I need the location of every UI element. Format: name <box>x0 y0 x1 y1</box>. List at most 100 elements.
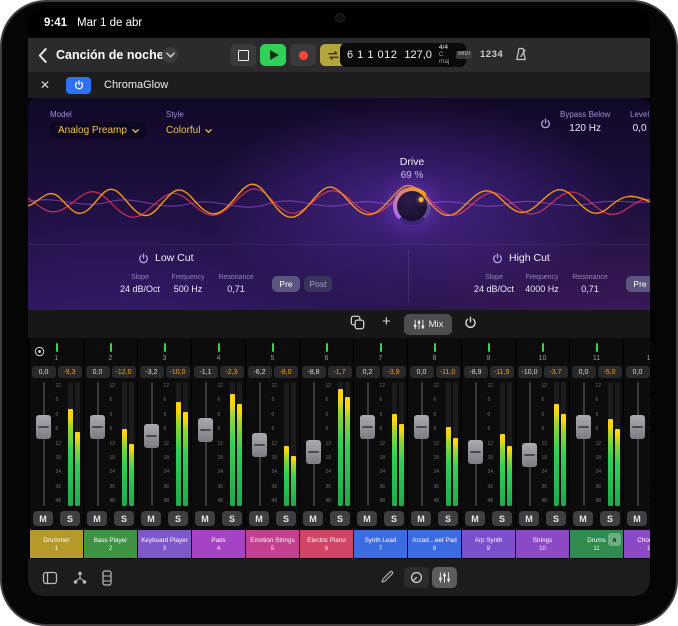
pan-knob[interactable] <box>192 341 245 354</box>
mix-button[interactable]: Mix <box>404 314 452 335</box>
mute-button[interactable]: M <box>519 511 539 526</box>
track-label[interactable]: Pads4 <box>192 530 245 558</box>
pan-knob[interactable] <box>516 341 569 354</box>
mute-button[interactable]: M <box>303 511 323 526</box>
track-label[interactable]: Emotion Strings5 <box>246 530 299 558</box>
fader-cap[interactable] <box>468 440 483 464</box>
fader[interactable] <box>88 382 108 506</box>
low-cut-power-button[interactable] <box>138 253 149 264</box>
low-cut-frequency[interactable]: Frequency 500 Hz <box>168 274 208 294</box>
add-track-button[interactable]: + <box>382 313 391 330</box>
song-title[interactable]: Canción de noche <box>56 48 164 62</box>
bypass-power-button[interactable] <box>540 118 551 129</box>
track-label[interactable]: Arp Synth9 <box>462 530 515 558</box>
keyboard-button[interactable] <box>102 570 112 586</box>
track-label[interactable]: Drummer1 <box>30 530 83 558</box>
mixer-power-button[interactable] <box>464 316 477 334</box>
play-button[interactable] <box>260 44 286 66</box>
pan-knob[interactable] <box>408 341 461 354</box>
fader-cap[interactable] <box>360 415 375 439</box>
pan-knob[interactable] <box>354 341 407 354</box>
mute-button[interactable]: M <box>33 511 53 526</box>
back-button[interactable] <box>38 47 52 63</box>
routing-button[interactable] <box>72 570 88 586</box>
model-selector[interactable]: Analog Preamp <box>50 122 147 139</box>
fader-cap[interactable] <box>630 415 645 439</box>
fader[interactable] <box>412 382 432 506</box>
low-cut-slope[interactable]: Slope 24 dB/Oct <box>120 274 160 294</box>
solo-button[interactable]: S <box>222 511 242 526</box>
low-cut-pre-button[interactable]: Pre <box>272 276 300 292</box>
fader[interactable] <box>520 382 540 506</box>
mute-button[interactable]: M <box>87 511 107 526</box>
fader-cap[interactable] <box>522 443 537 467</box>
high-cut-slope[interactable]: Slope 24 dB/Oct <box>474 274 514 294</box>
mute-button[interactable]: M <box>411 511 431 526</box>
high-cut-frequency[interactable]: Frequency 4000 Hz <box>522 274 562 294</box>
fader[interactable] <box>574 382 594 506</box>
metronome-button[interactable] <box>514 47 528 66</box>
controls-view-button[interactable] <box>404 567 429 588</box>
fader-cap[interactable] <box>414 415 429 439</box>
low-cut-resonance[interactable]: Resonance 0,71 <box>216 274 256 294</box>
track-label[interactable]: Strings10 <box>516 530 569 558</box>
fader[interactable] <box>358 382 378 506</box>
mixer-view-button[interactable] <box>432 567 457 588</box>
mute-button[interactable]: M <box>627 511 647 526</box>
high-cut-resonance[interactable]: Resonance 0,71 <box>570 274 610 294</box>
mute-button[interactable]: M <box>249 511 269 526</box>
plugin-power-button[interactable] <box>66 77 91 94</box>
track-label[interactable]: Bass Player2 <box>84 530 137 558</box>
track-label[interactable]: Chorus V12 <box>624 530 650 558</box>
record-button[interactable] <box>290 44 316 66</box>
solo-button[interactable]: S <box>276 511 296 526</box>
browser-button[interactable] <box>42 570 58 586</box>
stack-expand-button[interactable]: ∧ <box>608 533 621 546</box>
solo-button[interactable]: S <box>168 511 188 526</box>
fader[interactable] <box>250 382 270 506</box>
count-in-button[interactable]: 1234 <box>480 49 503 60</box>
mute-button[interactable]: M <box>195 511 215 526</box>
high-cut-pre-button[interactable]: Pre <box>626 276 650 292</box>
fader[interactable] <box>196 382 216 506</box>
pan-knob[interactable] <box>138 341 191 354</box>
high-cut-power-button[interactable] <box>492 253 503 264</box>
solo-button[interactable]: S <box>330 511 350 526</box>
fader-cap[interactable] <box>306 440 321 464</box>
track-label[interactable]: Arcad…eet Pad8 <box>408 530 461 558</box>
stop-button[interactable] <box>230 44 256 66</box>
fader[interactable] <box>304 382 324 506</box>
mute-button[interactable]: M <box>465 511 485 526</box>
solo-button[interactable]: S <box>60 511 80 526</box>
fader-cap[interactable] <box>576 415 591 439</box>
pan-knob[interactable] <box>570 341 623 354</box>
fader-cap[interactable] <box>198 418 213 442</box>
solo-button[interactable]: S <box>114 511 134 526</box>
track-label[interactable]: Keyboard Player3 <box>138 530 191 558</box>
track-label[interactable]: Drums11∧ <box>570 530 623 558</box>
pan-knob[interactable] <box>300 341 353 354</box>
duplicate-button[interactable] <box>350 315 365 335</box>
solo-button[interactable]: S <box>438 511 458 526</box>
fader-cap[interactable] <box>252 433 267 457</box>
mute-button[interactable]: M <box>141 511 161 526</box>
fader-cap[interactable] <box>144 424 159 448</box>
fader[interactable] <box>628 382 648 506</box>
mute-button[interactable]: M <box>573 511 593 526</box>
close-plugin-button[interactable]: ✕ <box>40 78 56 92</box>
drive-knob[interactable] <box>393 187 431 225</box>
bypass-below-value[interactable]: 120 Hz <box>560 123 610 134</box>
pan-knob[interactable] <box>462 341 515 354</box>
pan-knob[interactable] <box>84 341 137 354</box>
solo-button[interactable]: S <box>600 511 620 526</box>
edit-button[interactable] <box>380 570 394 584</box>
lcd-display[interactable]: 6 1 1 012 127,0 4/4 C maj MIDI <box>340 43 466 67</box>
fader[interactable] <box>142 382 162 506</box>
mixer-filter-button[interactable] <box>34 344 45 362</box>
solo-button[interactable]: S <box>384 511 404 526</box>
pan-knob[interactable] <box>246 341 299 354</box>
pan-knob[interactable] <box>624 341 650 354</box>
solo-button[interactable]: S <box>546 511 566 526</box>
solo-button[interactable]: S <box>492 511 512 526</box>
fader-cap[interactable] <box>90 415 105 439</box>
